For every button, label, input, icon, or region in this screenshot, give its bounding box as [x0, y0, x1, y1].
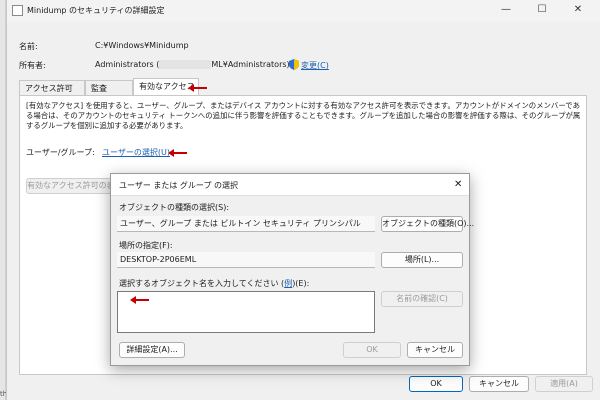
object-name-input[interactable] [117, 291, 375, 333]
location-field: DESKTOP-2P06EML [117, 252, 375, 268]
annotation-arrow-select-user [168, 149, 187, 157]
locations-button[interactable]: 場所(L)... [381, 252, 463, 268]
object-name-label: 選択するオブジェクト名を入力してください (例)(E): [119, 278, 309, 289]
tab-auditing[interactable]: 監査 [85, 80, 133, 95]
select-dialog-cancel-button[interactable]: キャンセル [407, 342, 463, 358]
annotation-arrow-tab [188, 84, 207, 92]
object-type-field: ユーザー、グループ または ビルトイン セキュリティ プリンシパル [117, 216, 375, 232]
apply-button[interactable]: 適用(A) [535, 376, 593, 392]
location-label: 場所の指定(F): [119, 241, 173, 250]
view-effective-access-button[interactable]: 有効なアクセス許可の表 [26, 178, 115, 194]
uac-shield-icon [289, 59, 299, 70]
annotation-arrow-name-input [130, 296, 149, 304]
select-dialog-title-bar[interactable]: ユーザー または グループ の選択 ✕ [111, 174, 469, 196]
title-bar[interactable]: Minidump のセキュリティの詳細設定 — ☐ ✕ [7, 0, 600, 22]
effective-access-description: [有効なアクセス] を使用すると、ユーザー、グループ、またはデバイス アカウント… [26, 101, 581, 130]
object-name-label-prefix: 選択するオブジェクト名を入力してください ( [119, 279, 285, 288]
redacted-block [159, 60, 212, 69]
select-user-link[interactable]: ユーザーの選択(U) [102, 147, 170, 158]
maximize-button[interactable]: ☐ [535, 4, 549, 15]
ok-button[interactable]: OK [409, 376, 463, 392]
select-dialog-close-icon[interactable]: ✕ [454, 179, 462, 190]
change-owner-link[interactable]: 変更(C) [301, 60, 329, 71]
object-type-label: オブジェクトの種類の選択(S): [119, 203, 230, 212]
owner-value-suffix: ML¥Administrators) [211, 60, 290, 69]
minimize-button[interactable]: — [499, 4, 513, 15]
select-user-dialog: ユーザー または グループ の選択 ✕ オブジェクトの種類の選択(S): ユーザ… [110, 173, 474, 366]
check-names-button[interactable]: 名前の確認(C) [381, 291, 463, 307]
folder-icon [12, 5, 23, 16]
tab-permissions[interactable]: アクセス許可 [19, 80, 85, 95]
owner-label: 所有者: [19, 61, 46, 70]
name-value: C:¥Windows¥Minidump [95, 41, 189, 50]
examples-link[interactable]: 例 [284, 279, 292, 288]
window-title: Minidump のセキュリティの詳細設定 [27, 6, 165, 15]
cancel-button[interactable]: キャンセル [469, 376, 529, 392]
owner-value-prefix: Administrators ( [95, 60, 160, 69]
close-button[interactable]: ✕ [571, 4, 585, 15]
object-name-label-suffix: )(E): [292, 279, 310, 288]
advanced-button[interactable]: 詳細設定(A)... [119, 342, 185, 358]
select-dialog-ok-button[interactable]: OK [343, 342, 401, 358]
select-dialog-title: ユーザー または グループ の選択 [119, 181, 238, 190]
name-label: 名前: [19, 42, 38, 51]
owner-value: Administrators ( ML¥Administrators) [95, 60, 290, 69]
user-group-label: ユーザー/グループ: [26, 148, 95, 157]
object-types-button[interactable]: オブジェクトの種類(O)... [381, 216, 474, 232]
